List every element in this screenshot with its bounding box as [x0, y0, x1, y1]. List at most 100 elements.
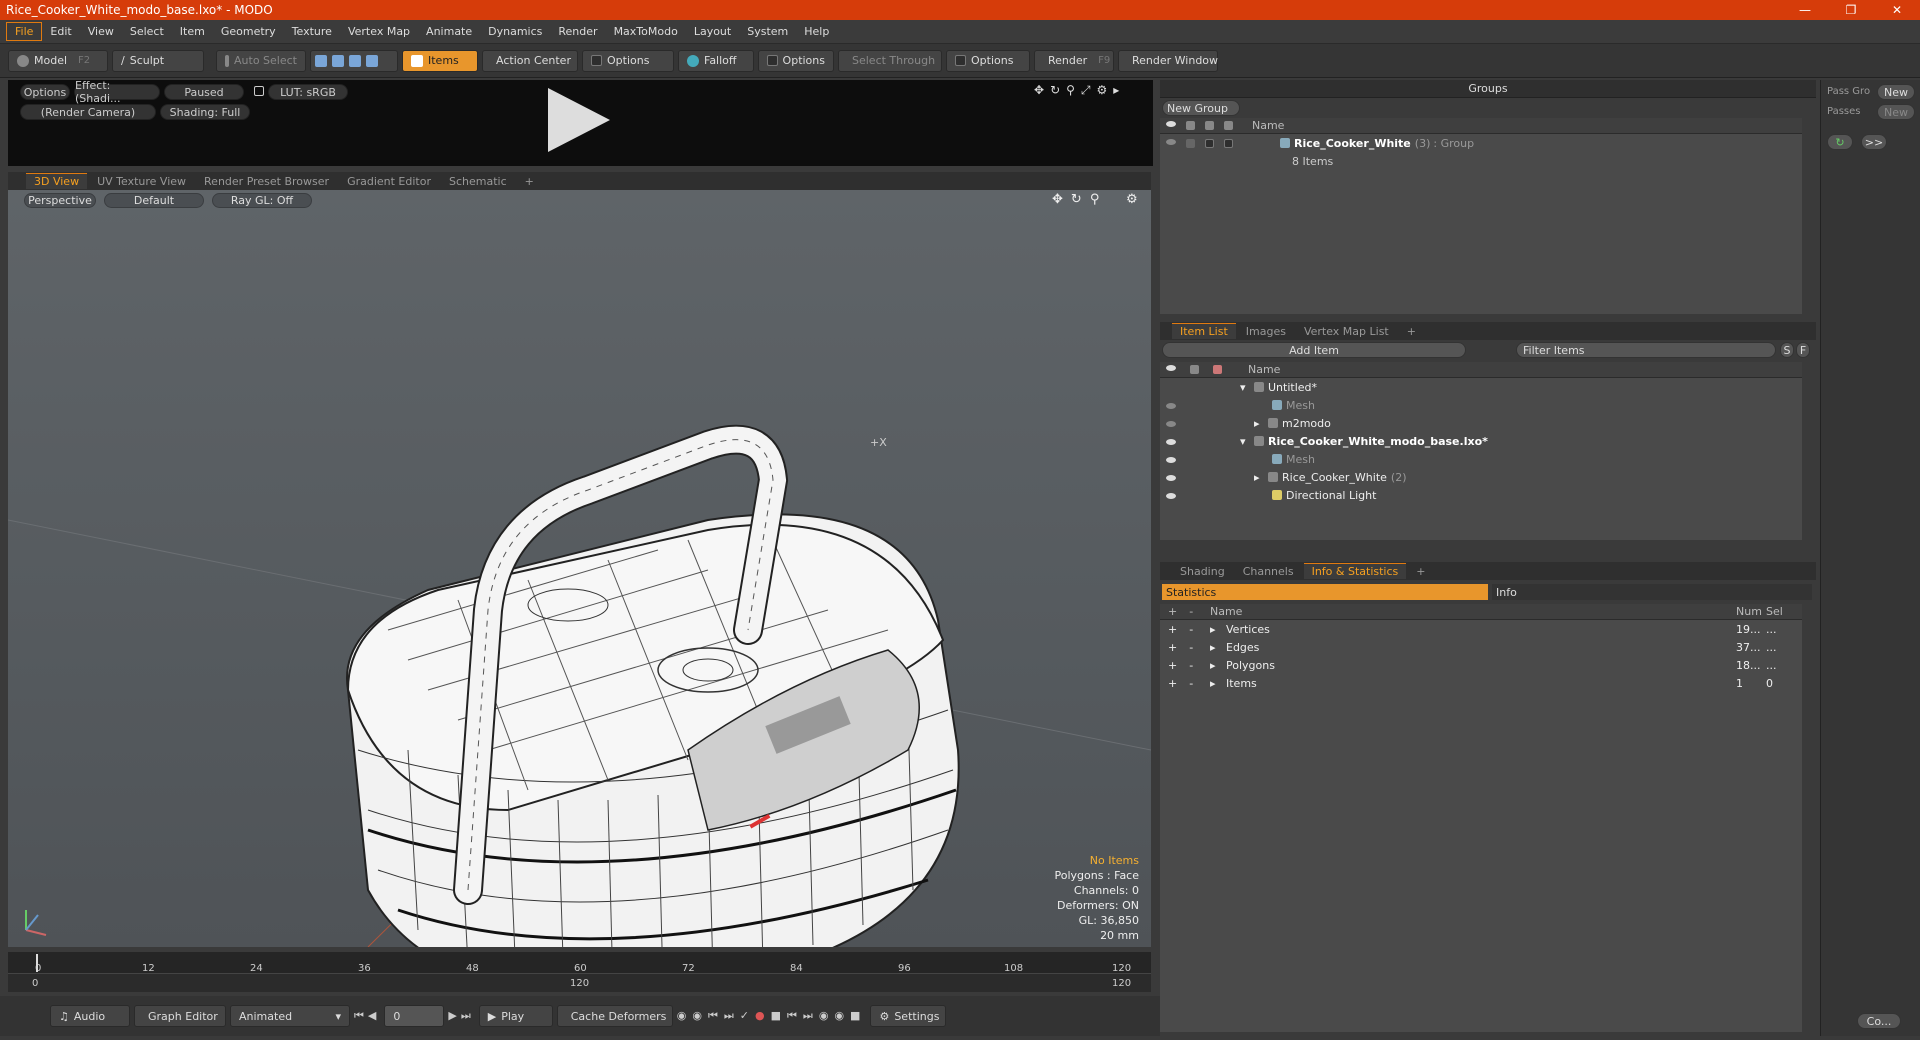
prev-key-icon[interactable]: ⏮ — [787, 1009, 803, 1022]
close-icon[interactable]: ✕ — [1874, 3, 1920, 17]
menu-select[interactable]: Select — [122, 23, 172, 40]
expand-icon[interactable]: ▸ — [1254, 471, 1268, 484]
falloff-button[interactable]: Falloff — [678, 49, 754, 72]
preview-options-button[interactable]: Options — [20, 84, 70, 100]
menu-view[interactable]: View — [80, 23, 122, 40]
menu-file[interactable]: File — [6, 22, 43, 41]
3d-viewport[interactable]: Perspective Default Ray GL: Off ✥↻⚲ ⚙ +X… — [8, 190, 1151, 947]
list-item[interactable]: ▸ Rice_Cooker_White (2) — [1160, 468, 1802, 486]
record-icon[interactable]: ● — [755, 1009, 771, 1022]
auto-key-icon[interactable]: ✓ — [740, 1009, 755, 1022]
visibility-icon[interactable] — [1166, 138, 1176, 145]
collapse-button[interactable]: Co... — [1857, 1013, 1901, 1029]
menu-render[interactable]: Render — [550, 23, 605, 40]
gear-icon[interactable]: ⚙ — [1097, 83, 1114, 97]
expand-icon[interactable]: ▸ — [1210, 623, 1226, 636]
minus-icon[interactable]: - — [1189, 623, 1193, 636]
preview-lut-dropdown[interactable]: LUT: sRGB — [268, 84, 348, 100]
lock-icon[interactable] — [254, 86, 264, 96]
prev-frame-icon[interactable]: ◀ — [368, 1009, 380, 1022]
menu-layout[interactable]: Layout — [686, 23, 739, 40]
preview-effect-dropdown[interactable]: Effect: (Shadi... — [74, 79, 160, 105]
collapse-icon[interactable]: ▾ — [1240, 435, 1254, 448]
lock-toggle-icon[interactable] — [1205, 138, 1214, 148]
plus-icon[interactable]: + — [1168, 623, 1177, 636]
menu-vertex-map[interactable]: Vertex Map — [340, 23, 418, 40]
ghost-icon[interactable]: ◉ — [819, 1009, 835, 1022]
action-center-button[interactable]: Action Center — [482, 49, 578, 72]
visibility-icon[interactable] — [1166, 402, 1176, 409]
sel-column-header[interactable]: Sel — [1766, 605, 1796, 618]
menu-system[interactable]: System — [739, 23, 796, 40]
table-row[interactable]: + - ▸ Edges 37... ... — [1160, 638, 1802, 656]
expand-icon[interactable]: ▸ — [1210, 659, 1226, 672]
action-center-options-button[interactable]: Options — [582, 49, 674, 72]
select-through-button[interactable]: Select Through — [838, 49, 942, 72]
sculpt-button[interactable]: ∕ Sculpt — [112, 49, 204, 72]
frame-input[interactable]: 0 — [384, 1005, 445, 1027]
render-toggle-icon[interactable] — [1186, 121, 1195, 130]
lock-icon[interactable] — [1190, 365, 1199, 374]
key-options-icon[interactable]: ■ — [771, 1009, 787, 1022]
menu-help[interactable]: Help — [796, 23, 837, 40]
first-frame-icon[interactable]: ⏮ — [354, 1009, 368, 1022]
restore-icon[interactable]: ❐ — [1828, 3, 1874, 17]
name-column-header[interactable]: Name — [1252, 119, 1284, 132]
visibility-icon[interactable] — [1166, 492, 1176, 499]
polygons-mode-icon[interactable] — [349, 54, 361, 67]
material-mode-icon[interactable] — [366, 54, 378, 67]
key-tools-icons[interactable]: ◉◉⏮⏭✓●■⏮⏭◉◉■ — [677, 1009, 867, 1023]
filter-s-button[interactable]: S — [1780, 342, 1794, 358]
minimize-icon[interactable]: — — [1782, 3, 1828, 17]
name-column-header[interactable]: Name — [1248, 363, 1280, 376]
prev-key-icon[interactable]: ⏮ — [708, 1009, 724, 1022]
frame-nav-icons[interactable]: ⏮◀ — [354, 1009, 380, 1023]
minus-icon[interactable]: - — [1189, 659, 1193, 672]
minus-icon[interactable]: - — [1189, 641, 1193, 654]
menu-edit[interactable]: Edit — [42, 23, 79, 40]
preview-nav-icons[interactable]: ✥↻⚲⤢⚙▸ — [1034, 83, 1125, 98]
ghost-icon[interactable]: ■ — [850, 1009, 866, 1022]
plus-icon[interactable]: + — [1168, 659, 1177, 672]
list-item[interactable]: ▾ Rice_Cooker_White_modo_base.lxo* — [1160, 432, 1802, 450]
visibility-icon[interactable] — [1166, 121, 1176, 127]
rice-cooker-model[interactable] — [346, 424, 960, 947]
tab-item-list[interactable]: Item List — [1172, 323, 1236, 339]
select-toggle-icon[interactable] — [1224, 121, 1233, 130]
items-mode-button[interactable]: Items — [402, 49, 478, 72]
render-window-button[interactable]: Render Window — [1118, 49, 1218, 72]
menu-maxtomodo[interactable]: MaxToModo — [606, 23, 686, 40]
preview-camera-dropdown[interactable]: (Render Camera) — [20, 104, 156, 120]
next-key-icon[interactable]: ⏭ — [724, 1009, 740, 1022]
new-pass-button[interactable]: New — [1877, 104, 1915, 120]
group-row[interactable]: Rice_Cooker_White (3) : Group — [1160, 134, 1802, 152]
statistics-table[interactable]: + - Name Num Sel + - ▸ Vertices 19... ...… — [1160, 604, 1802, 1032]
filter-f-button[interactable]: F — [1796, 342, 1810, 358]
tab-uv-texture-view[interactable]: UV Texture View — [89, 174, 194, 189]
key-icon[interactable]: ◉ — [692, 1009, 708, 1022]
expand-button[interactable]: >> — [1861, 134, 1887, 150]
expand-all-icon[interactable]: + — [1168, 605, 1177, 618]
frame-nav-icons-right[interactable]: ▶⏭ — [448, 1009, 474, 1023]
graph-editor-button[interactable]: Graph Editor — [134, 1005, 226, 1027]
select-toggle-icon[interactable] — [1224, 138, 1233, 148]
table-row[interactable]: + - ▸ Items 1 0 — [1160, 674, 1802, 692]
vertices-mode-icon[interactable] — [315, 54, 327, 67]
list-item[interactable]: ▸ m2modo — [1160, 414, 1802, 432]
collapse-all-icon[interactable]: - — [1189, 605, 1193, 618]
tab-info-statistics[interactable]: Info & Statistics — [1303, 563, 1407, 579]
menu-texture[interactable]: Texture — [284, 23, 340, 40]
select-through-options-button[interactable]: Options — [946, 49, 1030, 72]
model-button[interactable]: Model F2 — [8, 49, 108, 72]
collapse-icon[interactable]: ▾ — [1240, 381, 1254, 394]
timeline[interactable]: 0 12 24 36 48 60 72 84 96 108 120 0 120 … — [8, 952, 1151, 992]
render-button[interactable]: Render F9 — [1034, 49, 1114, 72]
tab-render-preset-browser[interactable]: Render Preset Browser — [196, 174, 337, 189]
key-icon[interactable]: ◉ — [677, 1009, 693, 1022]
select-icon[interactable] — [1213, 365, 1222, 374]
list-item[interactable]: Mesh — [1160, 396, 1802, 414]
name-column-header[interactable]: Name — [1210, 605, 1736, 618]
minus-icon[interactable]: - — [1189, 677, 1193, 690]
playhead[interactable] — [36, 954, 38, 972]
next-frame-icon[interactable]: ▶ — [448, 1009, 460, 1022]
